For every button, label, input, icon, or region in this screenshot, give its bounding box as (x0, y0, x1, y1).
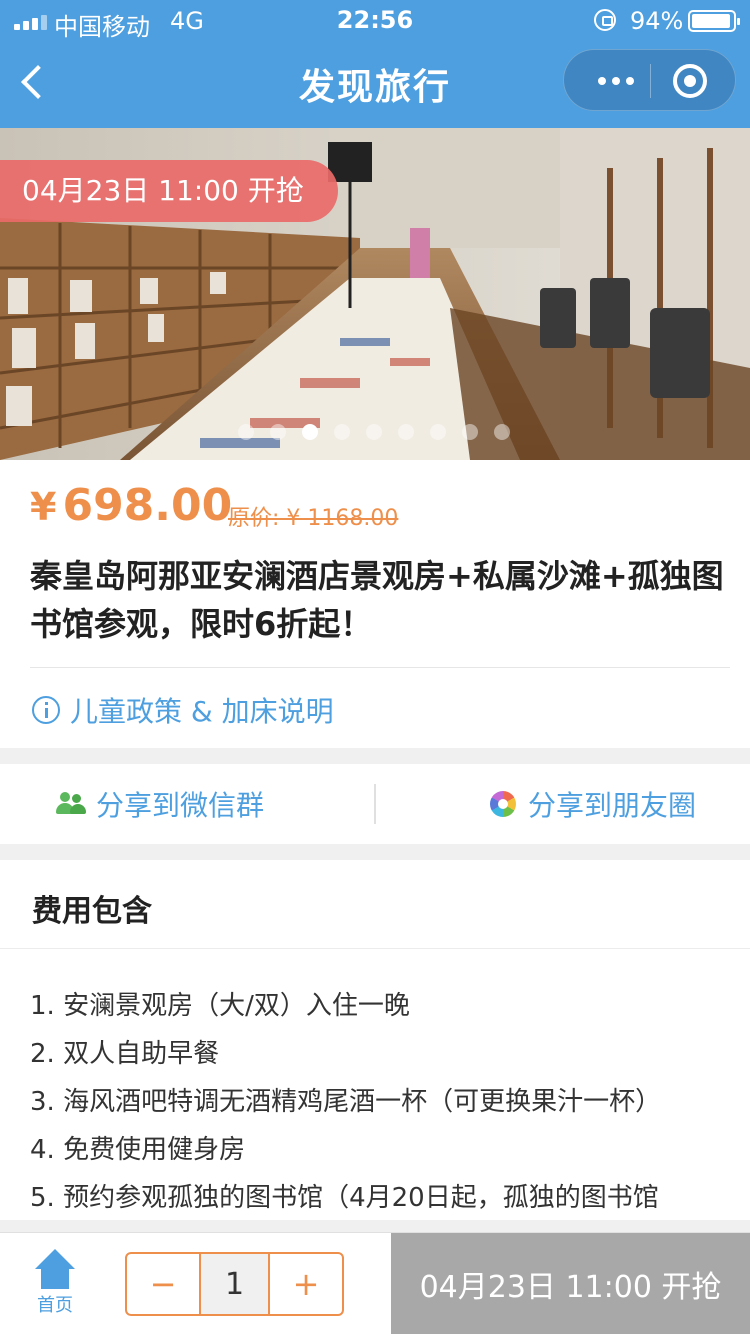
policy-link[interactable]: 儿童政策 & 加床说明 (32, 690, 334, 730)
quantity-stepper: − 1 + (125, 1252, 344, 1316)
sale-start-tag: 04月23日 11:00 开抢 (0, 160, 338, 222)
carousel-dot[interactable] (430, 424, 446, 440)
more-options-icon[interactable] (586, 64, 646, 98)
capsule-divider (650, 64, 651, 98)
list-item: 2. 双人自助早餐 (30, 1039, 220, 1069)
list-item: 5. 预约参观孤独的图书馆（4月20日起，孤独的图书馆 (30, 1183, 659, 1213)
divider (30, 667, 730, 668)
moments-icon (490, 791, 516, 817)
product-title: 秦皇岛阿那亚安澜酒店景观房+私属沙滩+孤独图书馆参观，限时6折起！ (30, 557, 724, 643)
original-price: 原价: ¥ 1168.00 (228, 506, 399, 531)
carousel-dot[interactable] (238, 424, 254, 440)
status-bar: 中国移动 4G 22:56 94% (0, 0, 750, 41)
bottom-action-bar: 首页 − 1 + 04月23日 11:00 开抢 (0, 1232, 750, 1334)
quantity-value[interactable]: 1 (199, 1254, 270, 1314)
share-divider (374, 784, 376, 824)
buy-button[interactable]: 04月23日 11:00 开抢 (391, 1233, 750, 1334)
page: 中国移动 4G 22:56 94% 发现旅行 04月23日 11:00 开抢 ¥… (0, 0, 750, 1334)
fees-list: 1. 安澜景观房（大/双）入住一晚 2. 双人自助早餐 3. 海风酒吧特调无酒精… (30, 982, 661, 1222)
carousel-dot[interactable] (270, 424, 286, 440)
carousel-dot[interactable] (302, 424, 318, 440)
navigation-bar: 发现旅行 (0, 40, 750, 128)
list-item: 1. 安澜景观房（大/双）入住一晚 (30, 991, 410, 1021)
home-icon (33, 1249, 77, 1289)
battery-percent: 94% (630, 7, 684, 35)
carousel-dot[interactable] (366, 424, 382, 440)
close-mini-program-icon[interactable] (673, 64, 707, 98)
list-item: 3. 海风酒吧特调无酒精鸡尾酒一杯（可更换果汁一杯） (30, 1087, 662, 1117)
home-label: 首页 (37, 1295, 73, 1316)
fees-divider (0, 948, 750, 949)
mini-program-capsule (563, 49, 736, 111)
carousel-dot[interactable] (398, 424, 414, 440)
carousel-dot[interactable] (494, 424, 510, 440)
battery-icon (688, 10, 740, 32)
carousel-indicators (238, 424, 510, 440)
decrease-button[interactable]: − (127, 1254, 199, 1314)
banner-carousel[interactable]: 04月23日 11:00 开抢 (0, 128, 750, 460)
fees-section: 费用包含 1. 安澜景观房（大/双）入住一晚 2. 双人自助早餐 3. 海风酒吧… (0, 860, 750, 1220)
rotation-lock-icon (594, 9, 616, 31)
price-value: 698.00 (62, 480, 233, 531)
group-icon (56, 792, 86, 816)
battery-fill (692, 14, 730, 28)
product-info-card: ¥698.00 原价: ¥ 1168.00 秦皇岛阿那亚安澜酒店景观房+私属沙滩… (0, 460, 750, 748)
currency-symbol: ¥ (30, 485, 57, 529)
share-wechat-group-label: 分享到微信群 (96, 789, 265, 822)
share-moments-button[interactable]: 分享到朋友圈 (490, 764, 696, 844)
policy-link-label: 儿童政策 & 加床说明 (70, 695, 334, 728)
carousel-dot[interactable] (462, 424, 478, 440)
increase-button[interactable]: + (270, 1254, 342, 1314)
share-wechat-group-button[interactable]: 分享到微信群 (56, 764, 264, 844)
fees-heading: 费用包含 (32, 894, 152, 929)
carousel-dot[interactable] (334, 424, 350, 440)
share-bar: 分享到微信群 分享到朋友圈 (0, 764, 750, 844)
share-moments-label: 分享到朋友圈 (528, 789, 697, 822)
home-button[interactable]: 首页 (30, 1249, 80, 1317)
list-item: 4. 免费使用健身房 (30, 1135, 246, 1165)
info-icon (32, 696, 60, 724)
current-price: ¥698.00 (30, 480, 232, 531)
